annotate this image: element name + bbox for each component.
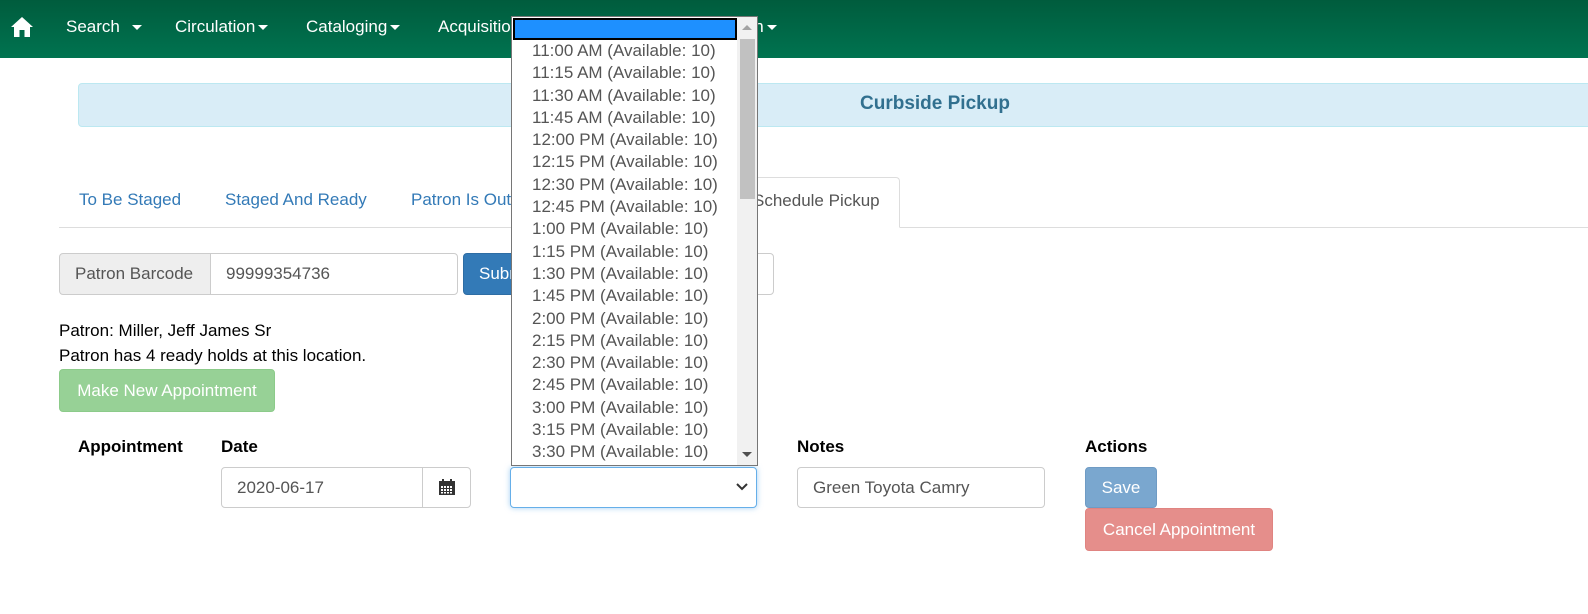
chevron-down-icon bbox=[258, 25, 269, 31]
dropdown-option[interactable]: 12:00 PM (Available: 10) bbox=[512, 129, 740, 151]
dropdown-option[interactable]: 1:30 PM (Available: 10) bbox=[512, 263, 740, 285]
dropdown-option[interactable]: 3:30 PM (Available: 10) bbox=[512, 441, 740, 463]
dropdown-option[interactable]: 1:45 PM (Available: 10) bbox=[512, 285, 740, 307]
nav-circulation-menu[interactable]: Circulation bbox=[175, 0, 269, 58]
dropdown-option[interactable]: 11:45 AM (Available: 10) bbox=[512, 107, 740, 129]
make-new-appointment-button[interactable]: Make New Appointment bbox=[59, 369, 275, 412]
dropdown-option[interactable]: 2:15 PM (Available: 10) bbox=[512, 330, 740, 352]
page-banner bbox=[78, 83, 1588, 127]
patron-name: Patron: Miller, Jeff James Sr bbox=[59, 321, 272, 340]
calendar-icon bbox=[439, 479, 455, 495]
nav-circulation-label: Circulation bbox=[175, 17, 256, 36]
patron-barcode-input[interactable] bbox=[210, 253, 458, 295]
notes-input[interactable] bbox=[797, 467, 1045, 508]
time-select[interactable] bbox=[510, 467, 757, 508]
dropdown-option[interactable]: 3:00 PM (Available: 10) bbox=[512, 397, 740, 419]
dropdown-option[interactable]: 2:00 PM (Available: 10) bbox=[512, 308, 740, 330]
nav-search-menu[interactable]: Search bbox=[66, 0, 142, 58]
dropdown-scrollbar[interactable] bbox=[737, 17, 757, 465]
dropdown-option-blank-highlighted[interactable] bbox=[513, 18, 737, 40]
dropdown-option[interactable]: 1:00 PM (Available: 10) bbox=[512, 218, 740, 240]
chevron-down-icon bbox=[766, 25, 777, 31]
scroll-down-arrow-icon[interactable] bbox=[742, 452, 752, 457]
dropdown-option[interactable]: 3:15 PM (Available: 10) bbox=[512, 419, 740, 441]
dropdown-option[interactable]: 11:00 AM (Available: 10) bbox=[512, 40, 740, 62]
tab-schedule-pickup-label: Schedule Pickup bbox=[753, 191, 880, 210]
scroll-up-arrow-icon[interactable] bbox=[742, 25, 752, 30]
dropdown-option[interactable]: 11:15 AM (Available: 10) bbox=[512, 62, 740, 84]
patron-holds-summary: Patron has 4 ready holds at this locatio… bbox=[59, 346, 367, 365]
nav-search-label: Search bbox=[66, 17, 120, 36]
page-title: Curbside Pickup bbox=[860, 93, 1010, 114]
notes-header: Notes bbox=[797, 437, 845, 456]
nav-cataloging-menu[interactable]: Cataloging bbox=[306, 0, 401, 58]
top-navbar: Search Circulation Cataloging Acquisitio… bbox=[0, 0, 1588, 58]
save-button[interactable]: Save bbox=[1085, 467, 1157, 508]
home-icon[interactable] bbox=[10, 16, 34, 38]
chevron-down-icon bbox=[131, 25, 142, 31]
tab-schedule-pickup[interactable]: Schedule Pickup bbox=[738, 177, 900, 228]
dropdown-option[interactable]: 11:30 AM (Available: 10) bbox=[512, 85, 740, 107]
dropdown-option[interactable]: 12:45 PM (Available: 10) bbox=[512, 196, 740, 218]
actions-header: Actions bbox=[1085, 437, 1148, 456]
chevron-down-icon bbox=[736, 483, 748, 491]
dropdown-option[interactable]: 12:30 PM (Available: 10) bbox=[512, 174, 740, 196]
scrollbar-thumb[interactable] bbox=[740, 39, 755, 199]
time-dropdown-list[interactable]: 11:00 AM (Available: 10) 11:15 AM (Availa… bbox=[511, 16, 758, 466]
chevron-down-icon bbox=[390, 25, 401, 31]
tab-to-be-staged[interactable]: To Be Staged bbox=[79, 190, 181, 210]
appointment-header: Appointment bbox=[78, 437, 183, 456]
dropdown-option[interactable]: 2:45 PM (Available: 10) bbox=[512, 374, 740, 396]
patron-barcode-label: Patron Barcode bbox=[59, 253, 211, 295]
dropdown-option[interactable]: 1:15 PM (Available: 10) bbox=[512, 241, 740, 263]
dropdown-option[interactable]: 12:15 PM (Available: 10) bbox=[512, 151, 740, 173]
cancel-appointment-button[interactable]: Cancel Appointment bbox=[1085, 508, 1273, 551]
tab-staged-and-ready[interactable]: Staged And Ready bbox=[225, 190, 367, 210]
date-header: Date bbox=[221, 437, 258, 456]
date-input[interactable] bbox=[221, 467, 423, 508]
nav-cataloging-label: Cataloging bbox=[306, 17, 388, 36]
dropdown-option[interactable]: 2:30 PM (Available: 10) bbox=[512, 352, 740, 374]
dropdown-options: 11:00 AM (Available: 10) 11:15 AM (Availa… bbox=[512, 40, 740, 464]
calendar-button[interactable] bbox=[422, 467, 471, 508]
